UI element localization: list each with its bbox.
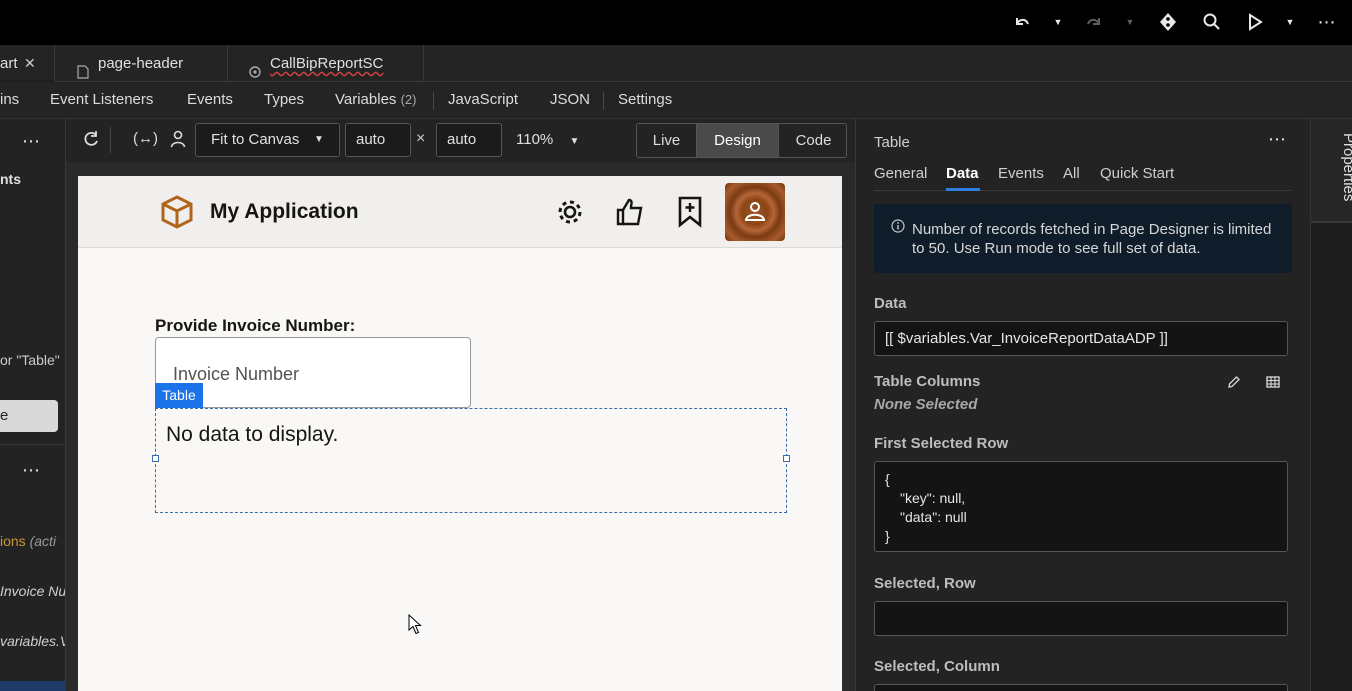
subtab-variables[interactable]: Variables (2): [335, 82, 416, 119]
more-icon[interactable]: ⋯: [1268, 129, 1286, 150]
mode-live-button[interactable]: Live: [637, 124, 697, 157]
structure-item-actions[interactable]: ions (acti: [0, 533, 56, 549]
properties-side-tab[interactable]: Properties: [1311, 119, 1352, 223]
chevron-down-icon[interactable]: ▼: [1052, 10, 1064, 34]
side-rail: Properties: [1310, 119, 1352, 691]
divider: [110, 127, 111, 153]
canvas-width-input[interactable]: auto: [345, 123, 411, 157]
selected-column-label: Selected, Column: [874, 658, 1000, 675]
more-icon[interactable]: ⋯: [22, 460, 40, 481]
chevron-down-icon[interactable]: ▼: [1124, 10, 1136, 34]
cube-logo-icon: [159, 194, 195, 235]
selected-row-highlight: [0, 681, 65, 691]
fit-to-canvas-select[interactable]: Fit to Canvas ▼: [195, 123, 340, 157]
canvas-toolbar: (↔) Fit to Canvas ▼ auto × auto 110% ▼ L…: [66, 119, 855, 162]
divider: [874, 190, 1292, 191]
structure-item-invoice[interactable]: Invoice Nu: [0, 583, 65, 599]
divider: [0, 444, 65, 445]
tab-start[interactable]: art ✕: [0, 45, 55, 82]
tab-events[interactable]: Events: [998, 165, 1044, 182]
tab-quick-start[interactable]: Quick Start: [1100, 165, 1174, 182]
tab-callbipreportsc[interactable]: CallBipReportSC: [228, 45, 424, 82]
panel-heading: nts: [0, 171, 21, 187]
resize-handle[interactable]: [783, 455, 790, 462]
properties-title: Table: [874, 134, 910, 151]
mode-design-button[interactable]: Design: [697, 124, 779, 157]
subtab-types[interactable]: Types: [264, 82, 304, 119]
info-banner: Number of records fetched in Page Design…: [874, 204, 1292, 273]
more-icon[interactable]: ⋯: [1316, 10, 1338, 34]
data-expression-input[interactable]: [[ $variables.Var_InvoiceReportDataADP ]…: [874, 321, 1288, 356]
info-message: Number of records fetched in Page Design…: [912, 221, 1272, 257]
chevron-down-icon[interactable]: ▼: [1284, 10, 1296, 34]
page-subtabs: ins Event Listeners Events Types Variabl…: [0, 82, 1352, 119]
first-selected-row-value[interactable]: { "key": null, "data": null }: [874, 461, 1288, 552]
variables-count: (2): [400, 92, 417, 107]
properties-panel: Table ⋯ General Data Events All Quick St…: [855, 119, 1310, 691]
active-tab-indicator: [946, 188, 980, 191]
info-icon: [891, 219, 905, 238]
app-title: My Application: [210, 200, 359, 223]
add-button[interactable]: e: [0, 400, 58, 432]
app-header: My Application: [78, 176, 842, 248]
refresh-icon[interactable]: [82, 129, 100, 154]
selection-tag: Table: [155, 383, 203, 408]
git-icon[interactable]: [1158, 10, 1178, 34]
subtab-event-listeners[interactable]: Event Listeners: [50, 82, 153, 119]
subtab-json[interactable]: JSON: [550, 82, 590, 119]
tab-data[interactable]: Data: [946, 165, 979, 182]
table-columns-value: None Selected: [874, 396, 978, 413]
components-panel: ⋯ nts or "Table" e ⋯ ions (acti Invoice …: [0, 119, 66, 691]
data-label: Data: [874, 295, 907, 312]
data-table[interactable]: No data to display.: [152, 408, 790, 513]
first-selected-row-label: First Selected Row: [874, 435, 1009, 452]
mode-switcher: Live Design Code: [636, 123, 847, 158]
subtab-javascript[interactable]: JavaScript: [448, 82, 518, 119]
divider: [603, 92, 604, 110]
redo-icon[interactable]: [1084, 10, 1104, 34]
table-grid-icon[interactable]: [1266, 375, 1280, 394]
search-hint: or "Table": [0, 352, 60, 368]
times-symbol: ×: [416, 130, 426, 147]
variable-icon[interactable]: (↔): [133, 129, 158, 149]
selected-row-label: Selected, Row: [874, 575, 976, 592]
tab-all[interactable]: All: [1063, 165, 1080, 182]
top-toolbar: ▼ ▼ ▼ ⋯: [0, 0, 1352, 45]
user-icon: [743, 199, 767, 228]
play-icon[interactable]: [1245, 10, 1265, 34]
tab-page-header[interactable]: page-header: [55, 45, 228, 82]
zoom-select[interactable]: 110% ▼: [516, 123, 579, 157]
editor-tabs: art ✕ page-header CallBipReportSC: [0, 45, 1352, 82]
tab-general[interactable]: General: [874, 165, 927, 182]
bookmark-icon[interactable]: [677, 196, 703, 233]
close-icon[interactable]: ✕: [24, 45, 36, 82]
avatar[interactable]: [725, 183, 785, 241]
no-data-message: No data to display.: [166, 423, 339, 446]
resize-handle[interactable]: [152, 455, 159, 462]
subtab-settings[interactable]: Settings: [618, 82, 672, 119]
chevron-down-icon: ▼: [314, 134, 324, 145]
canvas-height-input[interactable]: auto: [436, 123, 502, 157]
structure-item-variables[interactable]: variables.V: [0, 633, 65, 649]
user-icon[interactable]: [170, 129, 186, 154]
thumbs-up-icon[interactable]: [615, 196, 645, 233]
page-canvas[interactable]: My Application Provide Invoice Number: I…: [78, 176, 842, 691]
table-columns-label: Table Columns: [874, 373, 981, 390]
edit-icon[interactable]: [1227, 375, 1241, 394]
invoice-label: Provide Invoice Number:: [155, 316, 356, 335]
subtab-actions[interactable]: ins: [0, 82, 19, 119]
selected-row-input[interactable]: [874, 601, 1288, 636]
subtab-events[interactable]: Events: [187, 82, 233, 119]
divider: [433, 92, 434, 110]
chevron-down-icon: ▼: [569, 136, 580, 147]
more-icon[interactable]: ⋯: [22, 131, 40, 152]
selected-column-input[interactable]: [874, 684, 1288, 691]
mode-code-button[interactable]: Code: [779, 124, 846, 157]
mouse-cursor-icon: [408, 613, 422, 641]
gear-icon[interactable]: [555, 196, 585, 233]
undo-icon[interactable]: [1012, 10, 1032, 34]
search-icon[interactable]: [1202, 10, 1222, 34]
